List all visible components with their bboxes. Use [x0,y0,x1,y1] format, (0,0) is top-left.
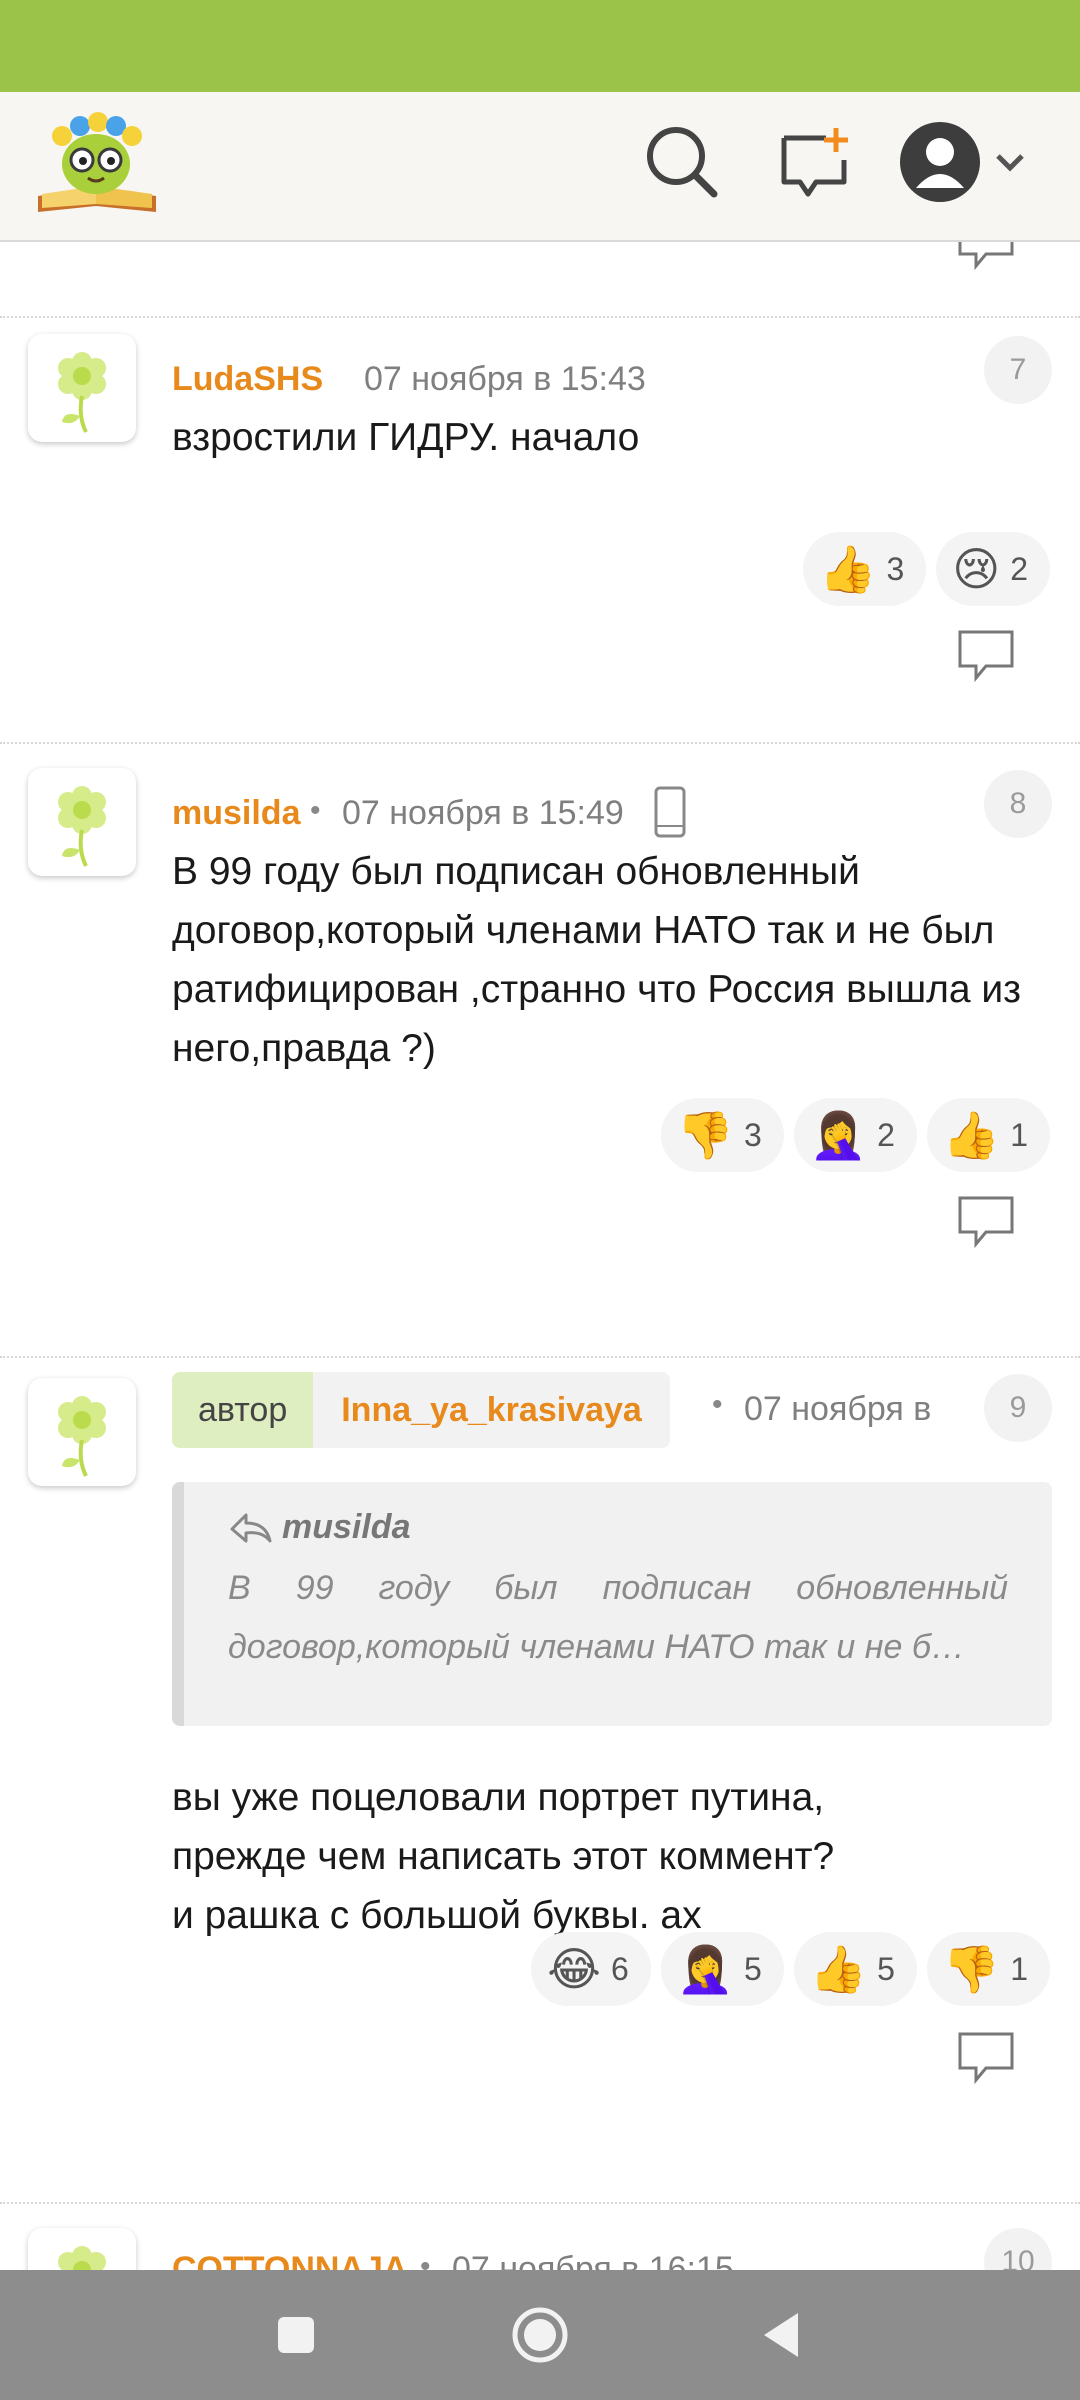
avatar[interactable] [28,1378,136,1486]
profile-avatar-icon[interactable] [900,122,1030,202]
home-button[interactable] [510,2305,570,2365]
new-post-icon[interactable] [774,122,854,202]
reply-arrow-icon [230,1513,272,1542]
quote-line: договор,который членами НАТО так и не б… [228,1628,965,1666]
comment-username[interactable]: COTTONNAJA [172,2250,408,2270]
avatar[interactable] [28,334,136,442]
mobile-device-icon [652,786,688,838]
system-navigation-bar [0,2270,1080,2400]
reactions-bar: 👍 3 😢 2 [803,532,1050,606]
status-bar [0,0,1080,92]
separator-dot: • [420,2250,431,2270]
crying-face-icon: 😢 [952,543,1001,595]
separator-dot: • [310,794,321,827]
comment-8: musilda • 07 ноября в 15:49 8 В 99 году … [0,760,1080,1260]
comment-text-line: прежде чем написать этот коммент? [172,1835,835,1878]
reply-icon[interactable] [956,2030,1016,2085]
comment-date: 07 ноября в 16:15 [452,2250,734,2270]
comment-number[interactable]: 9 [984,1374,1052,1442]
reaction-count: 5 [877,1950,895,1987]
laughing-face-icon: 😂 [547,1943,601,1995]
comment-number[interactable]: 8 [984,770,1052,838]
comment-date: 07 ноября в 15:49 [342,794,624,832]
comment-number[interactable]: 10 [984,2228,1052,2270]
thumbs-up-icon: 👍 [809,1943,868,1995]
divider [0,1356,1080,1358]
quote-header: musilda [228,1508,1008,1547]
comment-text: взростили ГИДРУ. начало [172,416,640,459]
reaction-count: 1 [1010,1950,1028,1987]
comment-text-line: вы уже поцеловали портрет путина, [172,1776,825,1819]
reaction-thumbs-up[interactable]: 👍 5 [793,1932,917,2006]
quoted-comment[interactable]: musilda В 99 году был подписан обновленн… [172,1482,1052,1726]
reaction-thumbs-up[interactable]: 👍 3 [803,532,927,606]
quote-text: В 99 году был подписан обновленный догов… [228,1559,1008,1677]
reaction-count: 3 [744,1116,762,1153]
quote-username: musilda [282,1508,411,1546]
divider [0,316,1080,318]
top-app-bar [0,92,1080,242]
reply-icon[interactable] [956,240,1016,271]
site-logo[interactable] [32,108,162,220]
divider [0,2202,1080,2204]
reaction-count: 2 [1010,550,1028,587]
facepalm-icon: 🤦‍♀️ [809,1109,868,1161]
back-button[interactable] [754,2305,814,2365]
quote-line: В 99 году был подписан обновленный [228,1569,1008,1607]
separator-dot: • [712,1388,723,1421]
recent-apps-button[interactable] [266,2305,326,2365]
comment-username[interactable]: LudaSHS [172,360,323,399]
thumbs-down-icon: 👎 [942,1943,1001,1995]
comments-feed: LudaSHS 07 ноября в 15:43 7 взростили ГИ… [0,240,1080,2270]
reaction-thumbs-down[interactable]: 👎 3 [660,1098,784,1172]
comment-number[interactable]: 7 [984,336,1052,404]
reaction-thumbs-down[interactable]: 👎 1 [926,1932,1050,2006]
reaction-thumbs-up[interactable]: 👍 1 [926,1098,1050,1172]
facepalm-icon: 🤦‍♀️ [676,1943,735,1995]
comment-7: LudaSHS 07 ноября в 15:43 7 взростили ГИ… [0,326,1080,726]
comment-date: 07 ноября в 15:43 [364,360,646,398]
reactions-bar: 😂 6 🤦‍♀️ 5 👍 5 👎 1 [531,1932,1050,2006]
reply-icon[interactable] [956,1194,1016,1249]
reaction-count: 3 [886,550,905,587]
avatar[interactable] [28,768,136,876]
divider [0,742,1080,744]
thumbs-up-icon: 👍 [819,543,877,595]
comment-username[interactable]: musilda [172,794,300,833]
avatar[interactable] [28,2228,136,2270]
search-icon[interactable] [642,122,722,202]
reaction-count: 6 [610,1950,629,1987]
comment-10: COTTONNAJA • 07 ноября в 16:15 10 [0,2220,1080,2270]
thumbs-down-icon: 👎 [676,1109,735,1161]
reaction-count: 1 [1010,1116,1028,1153]
author-username-box[interactable]: автор Inna_ya_krasivaya [172,1372,670,1448]
author-badge: автор [172,1372,314,1448]
reaction-count: 5 [744,1950,762,1987]
thumbs-up-icon: 👍 [942,1109,1001,1161]
reactions-bar: 👎 3 🤦‍♀️ 2 👍 1 [660,1098,1050,1172]
reaction-crying-face[interactable]: 😢 2 [936,532,1050,606]
comment-text: вы уже поцеловали портрет путина, прежде… [172,1768,1042,1945]
comment-text: В 99 году был подписан обновленный догов… [172,850,1022,1070]
reaction-facepalm[interactable]: 🤦‍♀️ 5 [660,1932,784,2006]
reaction-facepalm[interactable]: 🤦‍♀️ 2 [793,1098,917,1172]
reaction-laughing-face[interactable]: 😂 6 [531,1932,651,2006]
comment-username[interactable]: Inna_ya_krasivaya [313,1372,670,1448]
reaction-count: 2 [877,1116,895,1153]
comment-9: автор Inna_ya_krasivaya • 07 ноября в 9 … [0,1370,1080,2210]
reply-icon[interactable] [956,628,1016,683]
comment-date: 07 ноября в [744,1390,932,1428]
